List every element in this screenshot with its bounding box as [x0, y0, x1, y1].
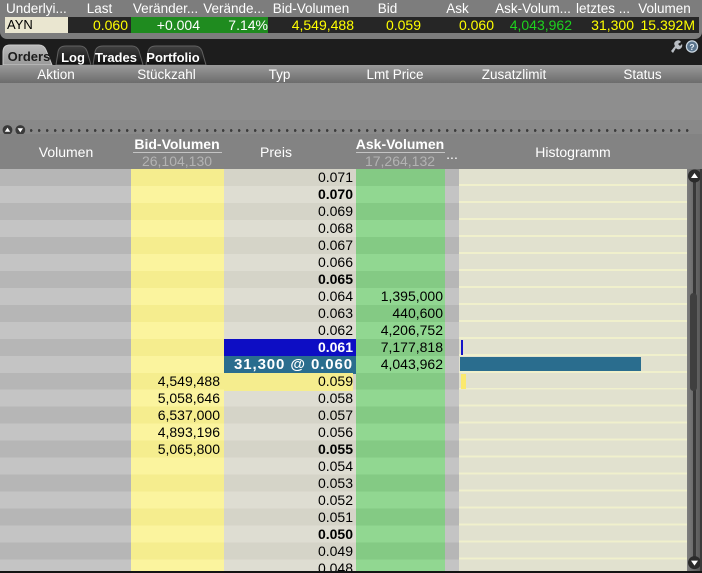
svg-text:Trades: Trades: [95, 50, 137, 65]
svg-text:Orders: Orders: [8, 49, 51, 64]
svg-text:Portfolio: Portfolio: [146, 50, 199, 65]
svg-text:?: ?: [689, 42, 694, 52]
svg-text:Log: Log: [61, 50, 85, 65]
